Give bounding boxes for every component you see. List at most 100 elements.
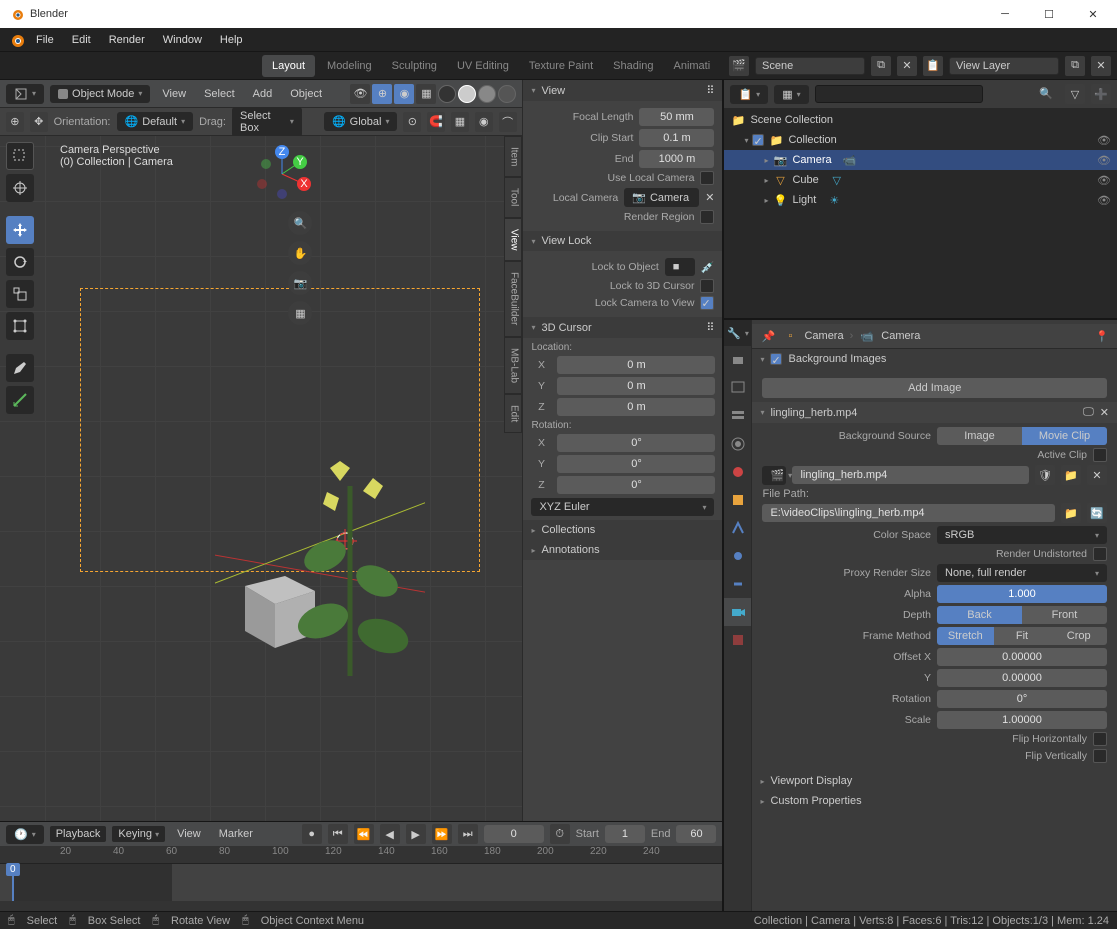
viewport-display-header[interactable]: ▸Viewport Display (752, 771, 1117, 791)
render-region-checkbox[interactable] (700, 210, 714, 224)
bgimage-subpanel-header[interactable]: ▾lingling_herb.mp4 🖵 ✕ (752, 402, 1117, 423)
workspace-layout[interactable]: Layout (262, 55, 315, 77)
transform-orientation-dropdown[interactable]: 🌐Global▾ (324, 112, 398, 131)
background-images-enable-checkbox[interactable]: ✓ (770, 353, 782, 365)
npanel-collections-header[interactable]: ▸Collections (523, 520, 722, 540)
measure-tool[interactable] (6, 386, 34, 414)
visibility-eye-icon[interactable]: 👁 (1097, 154, 1111, 167)
frame-start-input[interactable] (605, 825, 645, 843)
props-tab-render[interactable] (724, 346, 751, 374)
workspace-uv[interactable]: UV Editing (447, 55, 519, 77)
rotation-input[interactable] (937, 690, 1107, 708)
pan-viewport-icon[interactable]: ✋ (288, 241, 312, 265)
local-camera-dropdown[interactable]: 📷Camera (624, 188, 699, 207)
jump-next-key-icon[interactable]: ⏩ (432, 824, 452, 844)
overlay-toggle-icon[interactable]: ◉ (394, 84, 414, 104)
lock-object-dropdown[interactable]: ■ (665, 258, 695, 276)
clear-local-camera-icon[interactable]: ✕ (705, 191, 714, 204)
cursor-loc-x-input[interactable] (557, 356, 715, 374)
shade-solid-icon[interactable] (458, 85, 476, 103)
timeline-playback-menu[interactable]: Playback (50, 826, 107, 842)
scene-delete-icon[interactable]: ✕ (897, 56, 917, 76)
filepath-browse-icon[interactable]: 📁 (1061, 503, 1081, 523)
outliner-scene-collection[interactable]: 📁 Scene Collection (724, 110, 1117, 130)
props-tab-texture[interactable] (724, 626, 751, 654)
framemethod-fit-button[interactable]: Fit (994, 627, 1051, 645)
props-tab-constraints[interactable] (724, 570, 751, 598)
background-images-header[interactable]: ▾✓Background Images (752, 349, 1117, 369)
npanel-annotations-header[interactable]: ▸Annotations (523, 540, 722, 560)
timeline-keying-menu[interactable]: Keying ▾ (112, 826, 165, 842)
proportional-toggle-icon[interactable]: ◉ (475, 112, 493, 132)
offset-y-input[interactable] (937, 669, 1107, 687)
colorspace-dropdown[interactable]: sRGB▾ (937, 526, 1107, 544)
outliner-search-input[interactable] (815, 85, 983, 103)
bg-display-toggle-icon[interactable]: 🖵 (1083, 406, 1094, 419)
properties-editor-type-dropdown[interactable]: 🔧▾ (724, 320, 751, 346)
render-undistorted-checkbox[interactable] (1093, 547, 1107, 561)
flip-vertical-checkbox[interactable] (1093, 749, 1107, 763)
drag-dropdown[interactable]: Select Box▾ (232, 107, 302, 137)
timeline-track-area[interactable] (0, 864, 722, 901)
rotate-tool[interactable] (6, 248, 34, 276)
collection-enable-checkbox[interactable]: ✓ (752, 134, 764, 146)
timeline-scrollbar[interactable] (0, 901, 722, 911)
viewlayer-delete-icon[interactable]: ✕ (1091, 56, 1111, 76)
shade-rendered-icon[interactable] (498, 85, 516, 103)
frame-end-input[interactable] (676, 825, 716, 843)
jump-end-icon[interactable]: ⏭ (458, 824, 478, 844)
outliner-item-camera[interactable]: ▸ 📷 Camera 📹 👁 (724, 150, 1117, 170)
viewport-3d-canvas[interactable]: Camera Perspective (0) Collection | Came… (0, 136, 522, 821)
current-frame-input[interactable] (484, 825, 544, 843)
proportional-falloff-icon[interactable]: ⌒ (499, 112, 517, 132)
zoom-viewport-icon[interactable]: 🔍 (288, 211, 312, 235)
props-tab-world[interactable] (724, 458, 751, 486)
outliner-filter-icon[interactable]: ▽ (1065, 84, 1085, 104)
npanel-view-header[interactable]: ▾View⠿ (523, 80, 722, 101)
alpha-slider[interactable]: 1.000 (937, 585, 1107, 603)
workspace-modeling[interactable]: Modeling (317, 55, 382, 77)
outliner-display-mode-dropdown[interactable]: ▦▾ (774, 85, 808, 104)
lock-camera-view-checkbox[interactable]: ✓ (700, 296, 714, 310)
xray-toggle-icon[interactable]: ▦ (416, 84, 436, 104)
workspace-sculpting[interactable]: Sculpting (382, 55, 447, 77)
clip-open-icon[interactable]: 📁 (1061, 465, 1081, 485)
props-breadcrumb-2[interactable]: Camera (881, 330, 920, 342)
props-tab-object[interactable] (724, 486, 751, 514)
outliner-editor-type-dropdown[interactable]: 📋▾ (730, 85, 768, 104)
menu-render[interactable]: Render (101, 31, 153, 49)
timeline-view-menu[interactable]: View (171, 825, 207, 843)
play-icon[interactable]: ▶ (406, 824, 426, 844)
shade-wireframe-icon[interactable] (438, 85, 456, 103)
npanel-tab-tool[interactable]: Tool (504, 177, 522, 217)
visibility-eye-icon[interactable]: 👁 (1097, 194, 1111, 207)
transform-tool[interactable] (6, 312, 34, 340)
npanel-viewlock-header[interactable]: ▾View Lock (523, 231, 722, 251)
use-local-camera-checkbox[interactable] (700, 171, 714, 185)
play-reverse-icon[interactable]: ◀ (380, 824, 400, 844)
rotation-mode-dropdown[interactable]: XYZ Euler▾ (531, 498, 714, 516)
vp-menu-select[interactable]: Select (198, 85, 241, 103)
timer-icon[interactable]: ⏱ (550, 824, 570, 844)
camera-view-icon[interactable]: 📷 (288, 271, 312, 295)
cursor-rot-y-input[interactable] (557, 455, 715, 473)
perspective-toggle-icon[interactable]: ▦ (288, 301, 312, 325)
orientation-dropdown[interactable]: 🌐Default▾ (117, 112, 194, 131)
outliner-collection[interactable]: ▾ ✓ 📁 Collection 👁 (724, 130, 1117, 150)
annotate-tool[interactable] (6, 354, 34, 382)
outliner-new-collection-icon[interactable]: ➕ (1091, 84, 1111, 104)
workspace-texture[interactable]: Texture Paint (519, 55, 603, 77)
props-breadcrumb-1[interactable]: Camera (804, 330, 843, 342)
npanel-tab-view[interactable]: View (504, 218, 522, 262)
bgsource-image-button[interactable]: Image (937, 427, 1022, 445)
vp-menu-view[interactable]: View (156, 85, 192, 103)
custom-properties-header[interactable]: ▸Custom Properties (752, 791, 1117, 811)
scene-name-input[interactable] (755, 57, 865, 75)
outliner-item-light[interactable]: ▸ 💡 Light ☀ 👁 (724, 190, 1117, 210)
props-tab-modifiers[interactable] (724, 514, 751, 542)
vp-menu-object[interactable]: Object (284, 85, 328, 103)
snap-toggle-icon[interactable]: 🧲 (427, 112, 445, 132)
focal-length-input[interactable] (639, 108, 714, 126)
clip-end-input[interactable] (639, 150, 714, 168)
visibility-eye-icon[interactable]: 👁 (1097, 134, 1111, 147)
